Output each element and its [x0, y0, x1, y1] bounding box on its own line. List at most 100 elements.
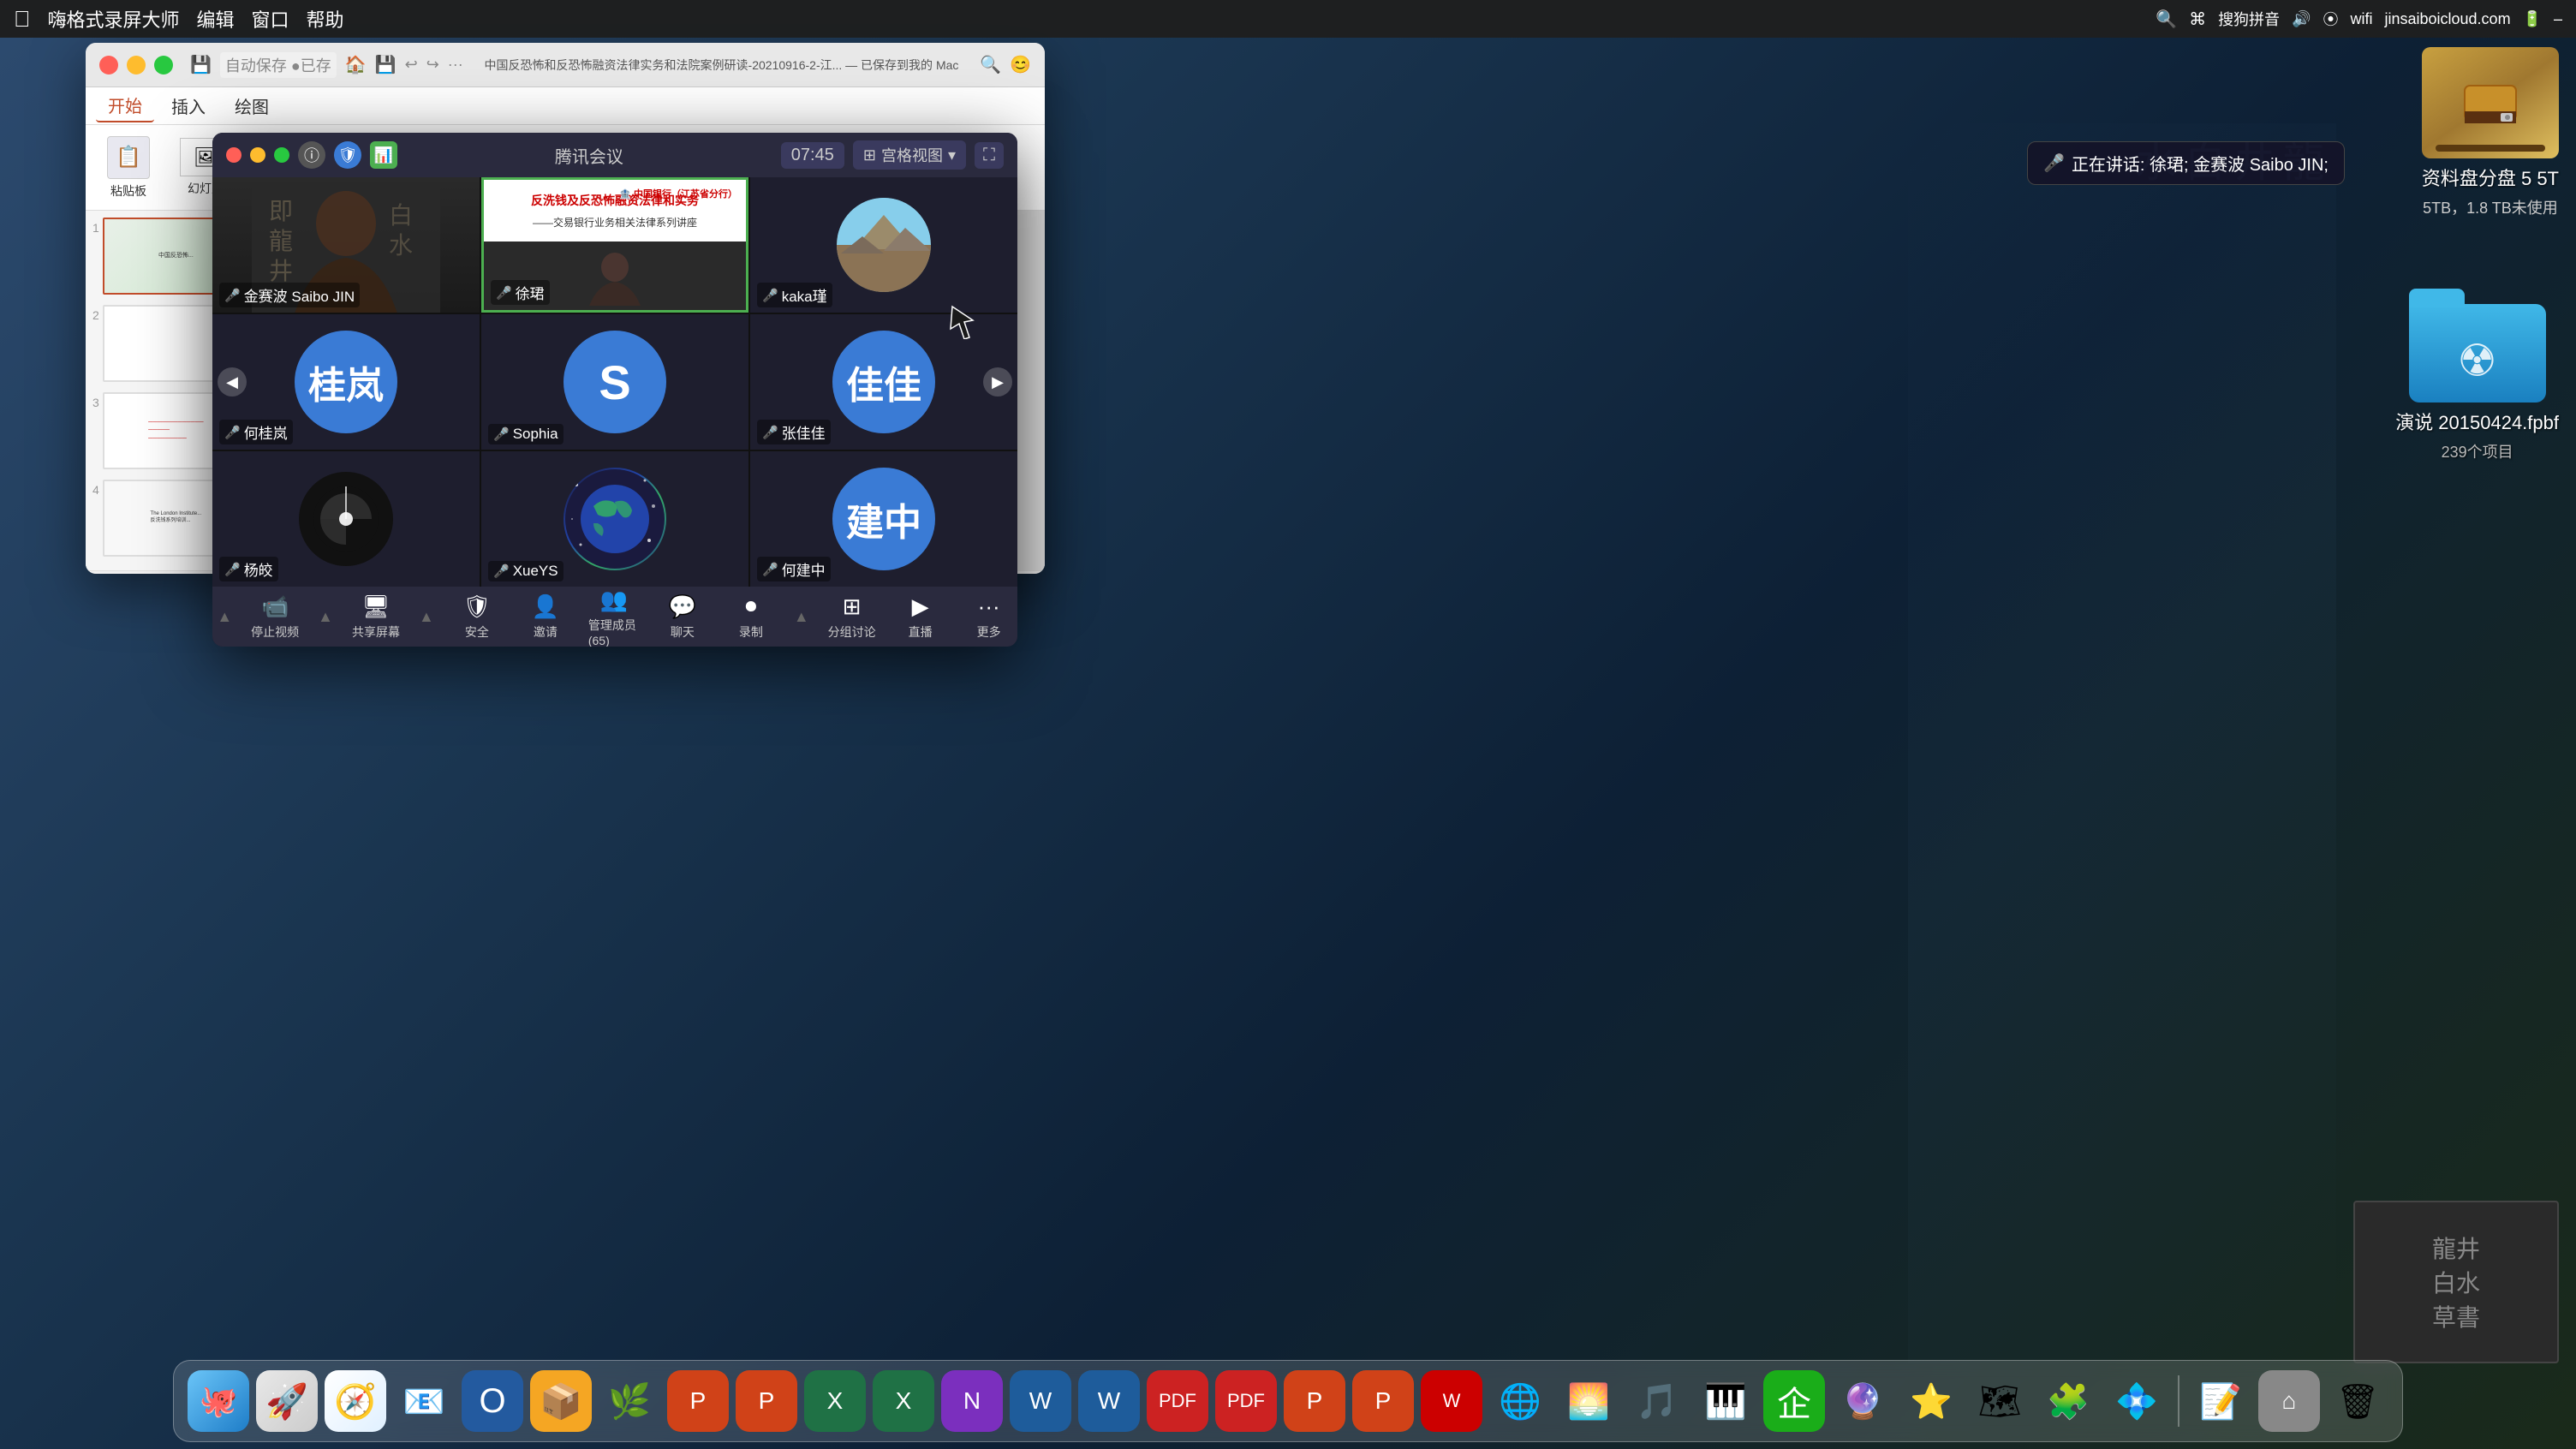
dock-unknown3[interactable]: 🔮	[1832, 1370, 1893, 1432]
dock-office365[interactable]: O	[462, 1370, 523, 1432]
save-icon[interactable]: 💾	[375, 54, 397, 75]
dock-trash[interactable]: 🗑	[2327, 1370, 2388, 1432]
undo-icon[interactable]: ↩	[405, 56, 418, 74]
video-cell-hejianzhong[interactable]: 建中 🎤 何建中	[750, 451, 1017, 587]
dock-finder[interactable]: 🐙	[188, 1370, 249, 1432]
toolbar-invite-btn[interactable]: 👤 邀请	[520, 593, 571, 641]
video-cell-zhangjiajia[interactable]: 佳佳 🎤 张佳佳	[750, 314, 1017, 450]
minimize-button[interactable]	[127, 56, 146, 75]
mic-xueys-icon: 🎤	[493, 564, 510, 579]
dock-powerpoint2[interactable]: P	[736, 1370, 797, 1432]
mute-expand-icon[interactable]: ▲	[217, 608, 232, 626]
search-icon[interactable]: 🔍	[2156, 9, 2177, 30]
dock-unknown4[interactable]: ⭐	[1900, 1370, 1962, 1432]
paste-area[interactable]: 📋 粘贴板	[103, 136, 154, 200]
apple-menu[interactable]: 	[14, 6, 31, 33]
dock-unknown6[interactable]: 🧩	[2037, 1370, 2099, 1432]
menu-help[interactable]: 帮助	[307, 5, 344, 33]
meeting-maximize-btn[interactable]	[274, 147, 289, 163]
hdd-icon[interactable]	[2422, 47, 2559, 158]
dock-safari[interactable]: 🧭	[325, 1370, 386, 1432]
toolbar-chat-btn[interactable]: 💬 聊天	[657, 593, 708, 641]
toolbar-groups-btn[interactable]: ⊞ 分组讨论	[826, 593, 878, 641]
dock-word2[interactable]: W	[1078, 1370, 1140, 1432]
meeting-close-btn[interactable]	[226, 147, 242, 163]
dock-wps[interactable]: W	[1421, 1370, 1482, 1432]
tab-insert[interactable]: 插入	[159, 90, 218, 122]
video-cell-yangjiao[interactable]: 🎤 杨皎	[212, 451, 480, 587]
dock-photos[interactable]: 🌅	[1558, 1370, 1619, 1432]
hdd-icon-area[interactable]: 资料盘分盘 5 5T 5TB，1.8 TB未使用	[2422, 47, 2559, 218]
dock-trend[interactable]: 🌿	[599, 1370, 660, 1432]
info-button[interactable]: ⓘ	[298, 141, 325, 169]
toolbar-screen-btn[interactable]: 🖥 共享屏幕	[350, 593, 402, 641]
video-cell-kaka[interactable]: 🎤 kaka瑾	[750, 177, 1017, 313]
label-heguilan: 🎤 何桂岚	[219, 420, 293, 444]
name-xueys: XueYS	[513, 563, 558, 580]
spotlight-icon[interactable]: ⌘	[2189, 9, 2206, 30]
menu-window[interactable]: 窗口	[252, 5, 289, 33]
dock-onenote[interactable]: N	[941, 1370, 1003, 1432]
tab-draw[interactable]: 绘图	[223, 90, 281, 122]
dock-unknown5[interactable]: 🗺	[1969, 1370, 2030, 1432]
folder-nuclear-icon[interactable]: ☢	[2409, 291, 2546, 402]
chart-button[interactable]: 📊	[370, 141, 397, 169]
dock-word[interactable]: W	[1010, 1370, 1071, 1432]
toolbar-live-btn[interactable]: ▶ 直播	[895, 593, 946, 641]
maximize-button[interactable]	[154, 56, 173, 75]
toolbar-more-btn[interactable]: ··· 更多	[963, 593, 1015, 641]
dock-excel[interactable]: X	[804, 1370, 866, 1432]
wifi-icon[interactable]: wifi	[2350, 10, 2372, 28]
dock-ppt-red2[interactable]: P	[1352, 1370, 1414, 1432]
dock-mail[interactable]: 📧	[393, 1370, 455, 1432]
folder-nuclear-area[interactable]: ☢ 演说 20150424.fpbf 239个项目	[2395, 291, 2559, 462]
grid-view-btn[interactable]: ⊞ 宫格视图 ▾	[853, 140, 966, 170]
dock-unknown1[interactable]: 📦	[530, 1370, 592, 1432]
dock-powerpoint[interactable]: P	[667, 1370, 729, 1432]
home-icon[interactable]: 🏠	[345, 54, 367, 75]
nav-prev-arrow[interactable]: ◀	[218, 367, 247, 397]
security-button[interactable]: 🛡	[334, 141, 361, 169]
dock-ppt-red[interactable]: P	[1284, 1370, 1345, 1432]
dock-excel2[interactable]: X	[873, 1370, 934, 1432]
toolbar-video-btn[interactable]: 📹 停止视频	[249, 593, 301, 641]
dock-launchpad[interactable]: 🚀	[256, 1370, 318, 1432]
dock-tencent[interactable]: 企	[1763, 1370, 1825, 1432]
ppt-search-icon[interactable]: 🔍	[980, 54, 1001, 75]
ppt-emoji-icon[interactable]: 😊	[1010, 54, 1031, 75]
nav-next-arrow[interactable]: ▶	[983, 367, 1012, 397]
toolbar-security-btn[interactable]: 🛡 安全	[451, 593, 503, 641]
sougou-icon[interactable]: 搜狗拼音	[2218, 8, 2280, 30]
dock-unknown7[interactable]: 💠	[2106, 1370, 2168, 1432]
video-expand-icon[interactable]: ▲	[318, 608, 333, 626]
time-display: –	[2554, 10, 2562, 28]
close-button[interactable]	[99, 56, 118, 75]
dock-pdf2[interactable]: PDF	[1215, 1370, 1277, 1432]
redo-icon[interactable]: ↪	[426, 56, 439, 74]
app-name[interactable]: 嗨格式录屏大师	[48, 5, 180, 33]
fullscreen-btn[interactable]: ⛶	[975, 142, 1004, 169]
video-cell-xuzhen[interactable]: 🏦 中国银行（江苏省分行） 反洗钱及反恐怖融资法律和实务 ——交易银行业务相关法…	[481, 177, 748, 313]
dock-unknown2[interactable]: 🎹	[1695, 1370, 1756, 1432]
screen-expand-icon[interactable]: ▲	[419, 608, 434, 626]
folder-count-label: 239个项目	[2442, 440, 2513, 462]
dock-unknown9[interactable]: ⌂	[2258, 1370, 2320, 1432]
record-expand-icon[interactable]: ▲	[794, 608, 809, 626]
dock-unknown8[interactable]: 📝	[2190, 1370, 2251, 1432]
toolbar-members-btn[interactable]: 👥 管理成员(65)	[588, 587, 640, 647]
dock-pdf1[interactable]: PDF	[1147, 1370, 1208, 1432]
video-cell-sophia[interactable]: S 🎤 Sophia	[481, 314, 748, 450]
bluetooth-icon[interactable]: ⦿	[2323, 8, 2338, 30]
menu-edit[interactable]: 编辑	[197, 5, 235, 33]
dock-browser[interactable]: 🌐	[1489, 1370, 1551, 1432]
video-cell-xueys[interactable]: 🎤 XueYS	[481, 451, 748, 587]
toolbar-record-btn[interactable]: ⏺ 录制	[725, 593, 777, 641]
more-icon[interactable]: ···	[448, 56, 463, 74]
video-cell-heguilan[interactable]: 桂岚 🎤 何桂岚	[212, 314, 480, 450]
dock-music[interactable]: 🎵	[1626, 1370, 1688, 1432]
paste-icon[interactable]: 📋	[107, 136, 150, 179]
volume-icon[interactable]: 🔊	[2292, 10, 2311, 28]
meeting-minimize-btn[interactable]	[250, 147, 265, 163]
video-cell-jinsaibo[interactable]: 即 龍 井 白 水 🎤 金赛波 Saibo JIN	[212, 177, 480, 313]
tab-start[interactable]: 开始	[96, 89, 154, 122]
